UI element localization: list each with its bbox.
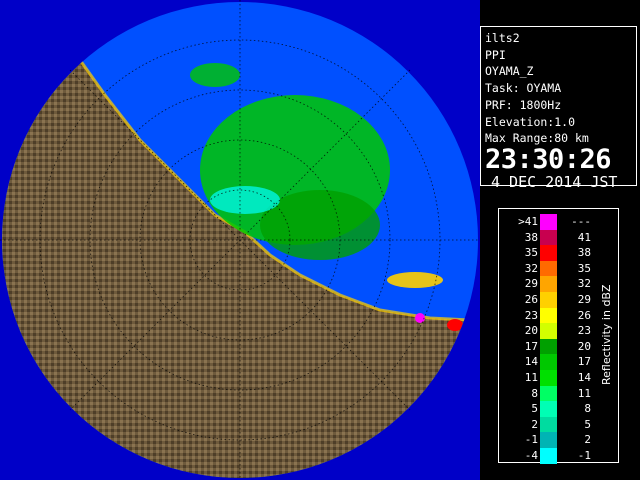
legend-lower-bound: -1 [524,433,538,447]
legend-swatch [540,229,557,246]
legend-swatch [540,448,557,464]
legend-upper-bound: --- [571,215,591,228]
legend-upper-bound: 2 [584,433,591,447]
legend-upper-bound: 11 [577,386,591,400]
elevation-value: Elevation:1.0 [485,114,576,129]
legend-lower-bound: >41 [518,215,538,228]
scan-date: 4 DEC 2014 JST [491,172,618,191]
legend-upper-bound: 23 [577,324,591,338]
legend-upper-bound: -1 [577,449,591,462]
legend-upper-bound: 5 [584,417,591,431]
legend-lower-bound: 29 [524,277,538,291]
legend-swatch [540,370,557,386]
legend-swatch [540,260,557,277]
legend-swatch [540,292,557,308]
task-name: Task: OYAMA [485,81,562,96]
echo-magenta-1 [415,313,425,323]
legend-lower-bound: 20 [524,324,538,338]
legend-swatch [540,323,557,339]
legend-lower-bound: 23 [524,308,538,322]
legend-swatch [540,214,557,230]
scan-time: 23:30:26 [485,143,612,175]
product-name: OYAMA_Z [485,64,534,79]
legend-swatch [540,401,557,417]
legend-lower-bound: 38 [524,230,538,244]
legend-upper-bound: 41 [577,230,591,244]
legend-lower-bound: 5 [531,402,538,416]
legend-swatch [540,307,557,324]
legend-lower-bound: 35 [524,246,538,260]
legend-swatch [540,354,557,370]
legend-lower-bound: 32 [524,261,538,275]
legend-unit-label: Reflectivity in dBZ [600,284,613,386]
legend-row: -4 -1 [499,448,618,464]
echo-yellow-1 [387,272,443,288]
legend-upper-bound: 26 [577,308,591,322]
legend-upper-bound: 14 [577,371,591,384]
legend-swatch [540,385,557,402]
legend-upper-bound: 8 [584,402,591,416]
legend-lower-bound: 26 [524,293,538,306]
legend-lower-bound: -4 [524,449,538,462]
echo-green-3 [190,63,240,87]
radar-map [0,0,480,480]
legend-swatch [540,276,557,292]
scan-info-panel: ilts2 PPI OYAMA_Z Task: OYAMA PRF: 1800H… [480,26,637,190]
scan-type: PPI [485,47,506,62]
legend-upper-bound: 32 [577,277,591,291]
echo-red-1 [447,319,463,331]
legend-swatch [540,432,557,448]
legend-lower-bound: 2 [531,417,538,431]
prf-value: PRF: 1800Hz [485,97,562,112]
color-legend: >41 --- 38 41 35 38 32 35 29 32 26 29 23 26 20 23 17 20 14… [498,208,619,464]
legend-upper-bound: 29 [577,293,591,306]
legend-upper-bound: 38 [577,246,591,260]
legend-swatch [540,338,557,355]
legend-upper-bound: 35 [577,261,591,275]
legend-swatch [540,245,557,261]
legend-lower-bound: 8 [531,386,538,400]
radar-ppi-image [0,0,480,480]
legend-upper-bound: 17 [577,355,591,369]
legend-upper-bound: 20 [577,339,591,353]
station-name: ilts2 [485,31,520,45]
legend-lower-bound: 14 [524,355,538,369]
legend-swatch [540,416,557,433]
legend-lower-bound: 17 [524,339,538,353]
legend-lower-bound: 11 [524,371,538,384]
